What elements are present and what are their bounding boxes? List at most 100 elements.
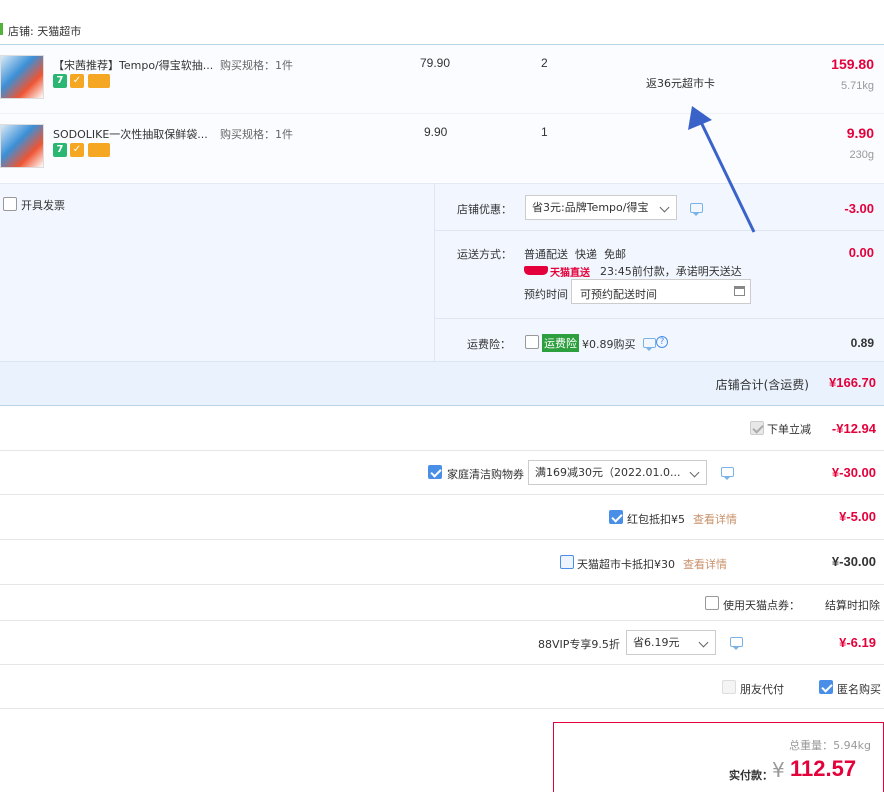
seven-day-return-icon: 7 (53, 143, 67, 157)
guarantee-icon: ✓ (70, 143, 84, 157)
item-promo: 返36元超市卡 (646, 77, 715, 90)
points-label: 使用天猫点券： (723, 599, 800, 612)
store-discount-amount: -3.00 (844, 201, 874, 216)
tmall-express-logo: 天猫直送 (524, 264, 590, 279)
cat-logo-icon (524, 266, 548, 275)
red-packet-label: 红包抵扣¥5 (627, 513, 685, 526)
item-thumbnail[interactable] (0, 55, 44, 99)
chat-icon[interactable] (721, 467, 734, 480)
cart-item: SODOLIKE一次性抽取保鲜袋... 7 ✓ 购买规格：1件 9.90 1 9… (0, 114, 884, 182)
store-total-label: 店铺合计(含运费) (715, 378, 809, 392)
item-title[interactable]: 【宋茜推荐】Tempo/得宝软抽... (53, 57, 213, 73)
red-packet-amount: ¥-5.00 (839, 509, 876, 524)
row-divider (0, 450, 884, 451)
insurance-amount: 0.89 (850, 336, 874, 350)
coupon-value: 满169减30元（2022.01.0... (535, 466, 681, 479)
row-divider (0, 539, 884, 540)
invoice-checkbox[interactable] (3, 197, 17, 211)
seven-day-return-icon: 7 (53, 74, 67, 88)
vip-select[interactable]: 省6.19元 (626, 630, 716, 655)
row-divider (0, 708, 884, 709)
row-divider (0, 584, 884, 585)
guarantee-icon: ✓ (70, 74, 84, 88)
row-divider (0, 664, 884, 665)
options-row-divider (434, 230, 884, 231)
total-weight: 总重量：5.94kg (789, 739, 871, 752)
order-discount-amount: -¥12.94 (831, 421, 876, 436)
chat-icon[interactable] (690, 203, 703, 216)
pay-amount: 112.57 (790, 756, 857, 781)
chat-icon[interactable] (643, 338, 656, 351)
item-weight: 230g (849, 149, 874, 161)
item-spec: 购买规格：1件 (220, 128, 293, 141)
row-divider (0, 620, 884, 621)
tmall-card-detail-link[interactable]: 查看详情 (683, 556, 727, 572)
item-total: 159.80 (831, 56, 874, 72)
card-icon (88, 74, 110, 88)
item-spec: 购买规格：1件 (220, 59, 293, 72)
pay-currency: ¥ (772, 758, 785, 782)
coupon-select[interactable]: 满169减30元（2022.01.0... (528, 460, 707, 485)
appointment-label: 预约时间 (524, 288, 568, 301)
coupon-amount: ¥-30.00 (831, 465, 876, 480)
options-column-divider (434, 183, 435, 361)
shipping-method: 普通配送 快递 免邮 (524, 248, 626, 261)
points-checkbox[interactable] (705, 596, 719, 610)
shipping-amount: 0.00 (848, 245, 874, 260)
coupon-checkbox[interactable] (428, 465, 442, 479)
insurance-label: 运费险： (467, 338, 511, 351)
tmall-card-amount: ¥-30.00 (831, 554, 876, 569)
order-options-panel (0, 183, 884, 361)
tmall-card-label: 天猫超市卡抵扣¥30 (577, 558, 675, 571)
order-discount-checkbox (750, 421, 764, 435)
item-thumbnail[interactable] (0, 124, 44, 168)
store-marker (0, 23, 3, 35)
tmall-card-checkbox[interactable] (560, 555, 574, 569)
store-label[interactable]: 店铺: 天猫超市 (8, 23, 81, 39)
express-brand: 天猫直送 (550, 268, 590, 279)
shipping-promise: 23:45前付款，承诺明天送达 (600, 265, 742, 278)
appointment-time-input[interactable]: 可预约配送时间 (571, 279, 751, 304)
points-note: 结算时扣除 (825, 599, 880, 612)
chevron-down-icon (698, 637, 709, 648)
row-divider (0, 494, 884, 495)
vip-amount: ¥-6.19 (839, 635, 876, 650)
chevron-down-icon (689, 467, 700, 478)
appointment-placeholder: 可预约配送时间 (580, 288, 657, 301)
vip-value: 省6.19元 (633, 636, 680, 649)
options-row-divider (434, 318, 884, 319)
anonymous-label: 匿名购买 (837, 683, 881, 696)
item-quantity: 2 (541, 56, 548, 70)
item-unit-price: 9.90 (424, 125, 448, 139)
friend-pay-label: 朋友代付 (740, 683, 784, 696)
insurance-price: ¥0.89购买 (582, 338, 636, 351)
calendar-icon (734, 286, 745, 296)
coupon-label: 家庭清洁购物券 (447, 468, 524, 481)
store-total-row: 店铺合计(含运费) ¥166.70 (0, 361, 884, 406)
item-unit-price: 79.90 (420, 56, 451, 70)
invoice-label[interactable]: 开具发票 (21, 197, 65, 213)
red-packet-detail-link[interactable]: 查看详情 (693, 511, 737, 527)
item-title[interactable]: SODOLIKE一次性抽取保鲜袋... (53, 126, 208, 142)
store-discount-select[interactable]: 省3元:品牌Tempo/得宝 (525, 195, 677, 220)
store-total-amount: ¥166.70 (829, 375, 876, 390)
insurance-checkbox[interactable] (525, 335, 539, 349)
store-discount-label: 店铺优惠： (457, 203, 512, 216)
pay-label: 实付款： (729, 769, 773, 782)
vip-label: 88VIP专享9.5折 (538, 638, 620, 651)
store-discount-value: 省3元:品牌Tempo/得宝 (532, 201, 649, 214)
red-packet-checkbox[interactable] (609, 510, 623, 524)
insurance-tag: 运费险 (542, 334, 579, 352)
anonymous-checkbox[interactable] (819, 680, 833, 694)
payment-summary: 总重量：5.94kg 实付款： ¥ 112.57 (553, 722, 884, 792)
card-icon (88, 143, 110, 157)
chevron-down-icon (659, 202, 670, 213)
help-icon[interactable]: ? (656, 336, 668, 348)
item-quantity: 1 (541, 125, 548, 139)
cart-item: 【宋茜推荐】Tempo/得宝软抽... 7 ✓ 购买规格：1件 79.90 2 … (0, 45, 884, 113)
friend-pay-checkbox (722, 680, 736, 694)
item-weight: 5.71kg (840, 80, 874, 92)
chat-icon[interactable] (730, 637, 743, 650)
shipping-label: 运送方式： (457, 248, 512, 261)
item-total: 9.90 (846, 125, 874, 141)
